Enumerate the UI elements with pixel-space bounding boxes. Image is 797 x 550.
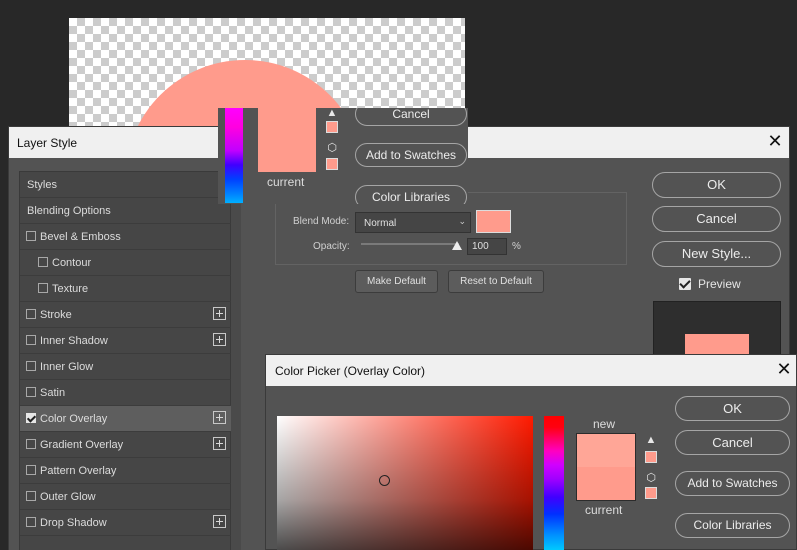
layer-style-close-icon[interactable]: ✕ bbox=[765, 131, 785, 151]
web-safe-cube-icon[interactable]: ⬡ bbox=[326, 143, 338, 154]
style-item-label: Satin bbox=[40, 387, 66, 399]
color-libraries-button[interactable]: Color Libraries bbox=[675, 513, 790, 538]
style-item-drop-shadow[interactable]: Drop Shadow bbox=[20, 510, 231, 536]
style-item-pattern-overlay[interactable]: Pattern Overlay bbox=[20, 458, 231, 484]
color-picker-cancel-button[interactable]: Cancel bbox=[675, 430, 790, 455]
blend-mode-label: Blend Mode: bbox=[293, 216, 350, 227]
layer-style-ok-button[interactable]: OK bbox=[652, 172, 781, 198]
opacity-unit: % bbox=[512, 241, 521, 252]
style-item-contour[interactable]: Contour bbox=[20, 250, 231, 276]
add-to-swatches-button[interactable]: Add to Swatches bbox=[675, 471, 790, 496]
style-checkbox[interactable] bbox=[38, 283, 48, 293]
style-checkbox[interactable] bbox=[26, 517, 36, 527]
style-item-gradient-overlay[interactable]: Gradient Overlay bbox=[20, 432, 231, 458]
style-checkbox[interactable] bbox=[26, 309, 36, 319]
style-checkbox[interactable] bbox=[26, 361, 36, 371]
gamut-warning-icon[interactable]: ▲ bbox=[326, 108, 338, 119]
background-current-label: current bbox=[267, 175, 305, 189]
new-color-swatch bbox=[577, 434, 635, 467]
background-hue-slider[interactable] bbox=[225, 108, 243, 203]
style-item-texture[interactable]: Texture bbox=[20, 276, 231, 302]
style-item-stroke[interactable]: Stroke bbox=[20, 302, 231, 328]
color-field[interactable] bbox=[277, 416, 533, 550]
style-item-label: Color Overlay bbox=[40, 413, 108, 425]
background-add-to-swatches-button[interactable]: Add to Swatches bbox=[355, 143, 467, 167]
new-style-button[interactable]: New Style... bbox=[652, 241, 781, 267]
reset-to-default-button[interactable]: Reset to Default bbox=[448, 270, 544, 293]
style-item-label: Blending Options bbox=[27, 205, 111, 217]
blend-mode-value: Normal bbox=[364, 218, 397, 229]
opacity-slider[interactable] bbox=[361, 243, 459, 245]
current-color-label: current bbox=[585, 503, 623, 517]
styles-list: Styles Blending Options Bevel & Emboss Cont… bbox=[19, 171, 231, 550]
style-checkbox[interactable] bbox=[26, 491, 36, 501]
color-picker-titlebar: Color Picker (Overlay Color) ✕ bbox=[266, 355, 796, 386]
add-effect-icon[interactable] bbox=[213, 333, 226, 346]
color-picker-title: Color Picker (Overlay Color) bbox=[275, 364, 426, 378]
style-item-label: Texture bbox=[52, 283, 89, 295]
opacity-slider-handle[interactable] bbox=[452, 241, 462, 250]
style-checkbox[interactable] bbox=[26, 387, 36, 397]
style-item-inner-glow[interactable]: Inner Glow bbox=[20, 354, 231, 380]
style-item-bevel-emboss[interactable]: Bevel & Emboss bbox=[20, 224, 231, 250]
web-safe-color-swatch[interactable] bbox=[326, 158, 338, 170]
web-safe-cube-icon[interactable]: ⬡ bbox=[645, 473, 657, 484]
style-preview bbox=[653, 301, 781, 361]
style-item-label: Contour bbox=[52, 257, 92, 269]
color-picker-dialog: Color Picker (Overlay Color) ✕ new curre… bbox=[265, 354, 797, 550]
opacity-input[interactable]: 100 bbox=[467, 238, 507, 255]
style-checkbox[interactable] bbox=[26, 231, 36, 241]
style-checkbox[interactable] bbox=[38, 257, 48, 267]
style-item-label: Gradient Overlay bbox=[40, 439, 124, 451]
color-compare-swatch bbox=[576, 433, 636, 501]
style-item-label: Stroke bbox=[40, 309, 72, 321]
style-item-label: Inner Glow bbox=[40, 361, 94, 373]
style-item-satin[interactable]: Satin bbox=[20, 380, 231, 406]
background-current-swatch bbox=[258, 108, 316, 172]
add-effect-icon[interactable] bbox=[213, 437, 226, 450]
style-item-label: Inner Shadow bbox=[40, 335, 108, 347]
make-default-button[interactable]: Make Default bbox=[355, 270, 438, 293]
style-checkbox[interactable] bbox=[26, 439, 36, 449]
background-color-libraries-button[interactable]: Color Libraries bbox=[355, 185, 467, 204]
style-checkbox[interactable] bbox=[26, 335, 36, 345]
current-color-swatch[interactable] bbox=[577, 467, 635, 500]
color-picker-ok-button[interactable]: OK bbox=[675, 396, 790, 421]
style-item-label: Outer Glow bbox=[40, 491, 96, 503]
layer-style-title: Layer Style bbox=[17, 136, 78, 150]
gamut-color-swatch[interactable] bbox=[326, 121, 338, 133]
chevron-down-icon: ⌄ bbox=[458, 216, 466, 226]
style-item-label: Pattern Overlay bbox=[40, 465, 117, 477]
gamut-color-swatch[interactable] bbox=[645, 451, 657, 463]
style-item-styles[interactable]: Styles bbox=[20, 172, 231, 198]
add-effect-icon[interactable] bbox=[213, 515, 226, 528]
background-color-picker: current ▲ ⬡ Cancel Add to Swatches Color… bbox=[218, 108, 468, 204]
hue-slider[interactable] bbox=[544, 416, 564, 550]
style-item-label: Drop Shadow bbox=[40, 517, 107, 529]
background-cancel-button[interactable]: Cancel bbox=[355, 108, 467, 126]
new-color-label: new bbox=[593, 417, 616, 431]
blend-mode-select[interactable]: Normal ⌄ bbox=[355, 212, 471, 233]
color-field-marker[interactable] bbox=[379, 475, 390, 486]
style-item-label: Bevel & Emboss bbox=[40, 231, 121, 243]
style-item-outer-glow[interactable]: Outer Glow bbox=[20, 484, 231, 510]
preview-label: Preview bbox=[698, 277, 741, 291]
gamut-warning-icon[interactable]: ▲ bbox=[645, 435, 657, 446]
styles-scrollbar[interactable] bbox=[231, 171, 241, 550]
preview-checkbox[interactable] bbox=[679, 278, 691, 290]
style-item-blending-options[interactable]: Blending Options bbox=[20, 198, 231, 224]
add-effect-icon[interactable] bbox=[213, 307, 226, 320]
opacity-label: Opacity: bbox=[313, 241, 350, 252]
style-checkbox[interactable] bbox=[26, 413, 36, 423]
add-effect-icon[interactable] bbox=[213, 411, 226, 424]
web-safe-color-swatch[interactable] bbox=[645, 487, 657, 499]
style-item-inner-shadow[interactable]: Inner Shadow bbox=[20, 328, 231, 354]
layer-style-cancel-button[interactable]: Cancel bbox=[652, 206, 781, 232]
color-picker-close-icon[interactable]: ✕ bbox=[774, 359, 794, 379]
style-checkbox[interactable] bbox=[26, 465, 36, 475]
style-item-label: Styles bbox=[27, 179, 57, 191]
overlay-color-swatch[interactable] bbox=[476, 210, 511, 233]
style-item-color-overlay[interactable]: Color Overlay bbox=[20, 406, 231, 432]
